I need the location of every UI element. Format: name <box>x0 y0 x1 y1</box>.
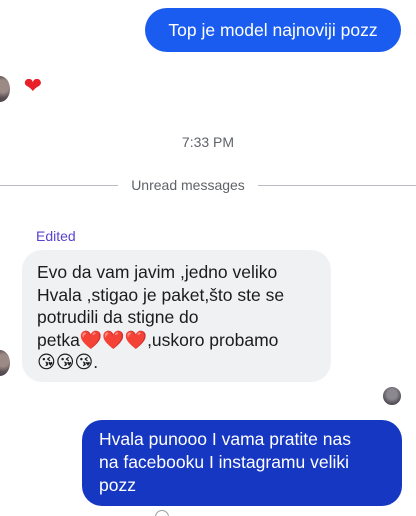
incoming-message-line: Evo da vam javim ,jedno veliko <box>37 262 278 282</box>
incoming-message-text: ,uskoro probamo <box>147 329 279 350</box>
incoming-message-line: Hvala ,stigao je paket,što ste se <box>37 284 285 305</box>
info-icon <box>155 510 169 516</box>
edited-label: Edited <box>36 228 76 244</box>
contact-avatar[interactable] <box>0 76 10 102</box>
outgoing-message-line: Hvala punooo I vama pratite nas <box>99 429 351 449</box>
divider-line-right <box>258 185 416 186</box>
outgoing-message-bubble[interactable]: Top je model najnoviji pozz <box>145 8 401 52</box>
outgoing-message-line: pozz <box>99 475 136 495</box>
unread-divider-label: Unread messages <box>131 177 245 193</box>
outgoing-message-line: na facebooku I instagramu veliki <box>99 452 349 472</box>
kiss-emoji-icon: 😘😘😘 <box>37 352 94 372</box>
message-timestamp: 7:33 PM <box>181 134 235 150</box>
heart-emoji-icon: ❤️❤️❤️ <box>79 329 148 350</box>
incoming-message-line: potrudili da stigne do <box>37 307 199 327</box>
outgoing-message-text: Top je model najnoviji pozz <box>168 20 378 40</box>
incoming-message-bubble[interactable]: Evo da vam javim ,jedno veliko Hvala ,st… <box>22 250 331 382</box>
divider-line-left <box>0 185 118 186</box>
incoming-message-text: petka <box>37 329 80 350</box>
incoming-message-line: 😘😘😘. <box>37 351 317 374</box>
outgoing-message-bubble[interactable]: Hvala punooo I vama pratite nas na faceb… <box>82 420 402 506</box>
seen-receipt-avatar <box>383 387 401 405</box>
contact-avatar[interactable] <box>0 350 10 376</box>
incoming-message-text: . <box>93 352 99 372</box>
heart-icon[interactable]: ❤ <box>20 73 46 99</box>
unread-divider: Unread messages <box>0 176 416 196</box>
incoming-message-line: petka❤️❤️❤️,uskoro probamo <box>37 329 317 352</box>
